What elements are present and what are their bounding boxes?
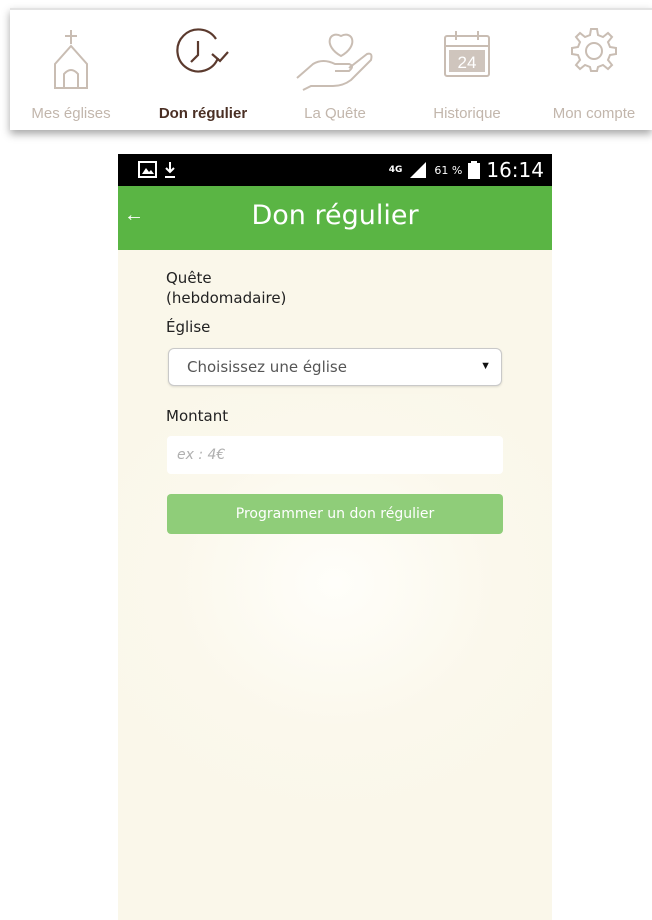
page-title: Don régulier: [251, 200, 419, 231]
clock: 16:14: [486, 158, 544, 182]
schedule-donation-button[interactable]: Programmer un don régulier: [167, 494, 503, 534]
church-label: Église: [166, 318, 211, 336]
status-right: 4G 61 % 16:14: [389, 156, 544, 184]
tab-label: Historique: [433, 105, 501, 122]
phone-screen: 4G 61 % 16:14 ← Don régulier Quête (hebd…: [118, 154, 552, 920]
church-select[interactable]: Choisissez une église ▼: [168, 348, 502, 386]
dropdown-caret-icon: ▼: [480, 360, 491, 372]
church-select-value: Choisissez une église: [187, 358, 347, 376]
tab-la-quete[interactable]: La Quête: [280, 10, 390, 130]
calendar-icon: 24: [444, 31, 490, 77]
status-left: [138, 160, 188, 184]
amount-input[interactable]: [167, 436, 503, 474]
battery-percent: 61 %: [434, 163, 463, 177]
tab-historique[interactable]: 24 Historique: [414, 10, 520, 130]
gear-icon: [571, 28, 617, 72]
tab-mon-compte[interactable]: Mon compte: [538, 10, 650, 130]
clock-arrow-icon: [176, 28, 229, 73]
tab-don-regulier[interactable]: Don régulier: [144, 10, 262, 130]
image-icon: [138, 161, 157, 178]
status-bar: 4G 61 % 16:14: [118, 154, 552, 186]
download-icon: [165, 162, 175, 178]
app-bar: ← Don régulier: [118, 186, 552, 250]
form-subtitle: Quête (hebdomadaire): [166, 268, 366, 308]
tab-label: Mon compte: [552, 105, 636, 122]
signal-icon: [410, 162, 427, 178]
battery-icon: [468, 161, 481, 179]
tab-bar: Mes églises Don régulier La Quête 24 His…: [10, 8, 652, 130]
tab-mes-eglises[interactable]: Mes églises: [10, 10, 132, 130]
subtitle-line: Quête: [166, 269, 212, 287]
tab-label: Mes églises: [31, 105, 111, 122]
network-type: 4G: [388, 164, 403, 175]
heart-hand-icon: [296, 33, 373, 91]
subtitle-line: (hebdomadaire): [166, 289, 287, 307]
church-icon: [54, 30, 88, 89]
tab-label: La Quête: [304, 105, 366, 122]
tab-label: Don régulier: [158, 105, 248, 122]
amount-label: Montant: [166, 407, 229, 425]
calendar-day: 24: [458, 53, 477, 72]
